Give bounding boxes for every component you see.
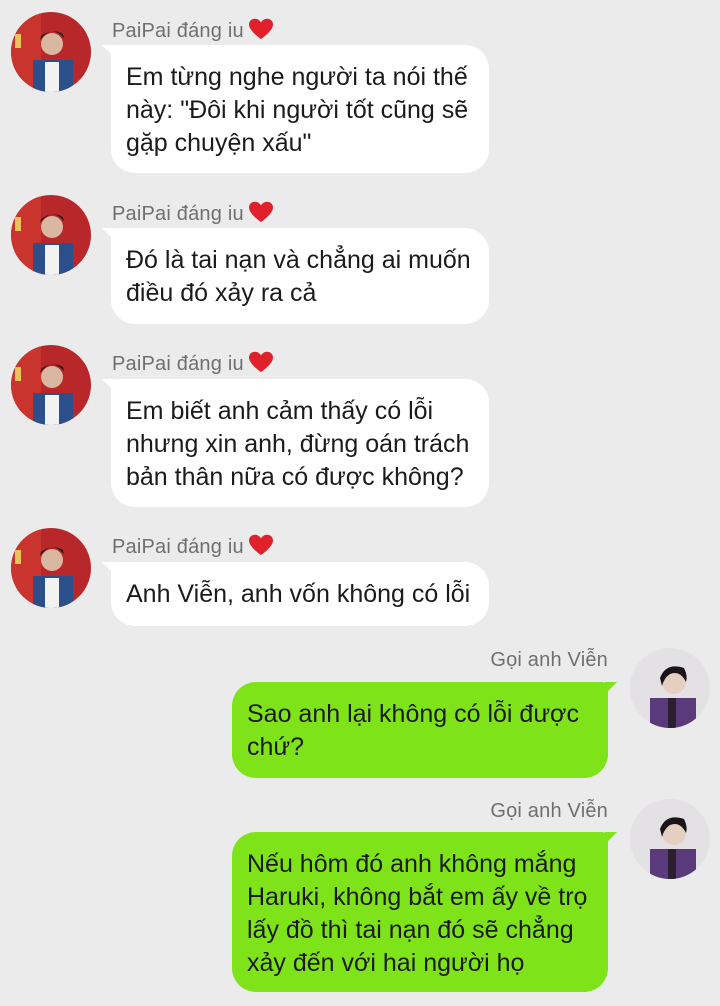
heart-icon	[248, 534, 274, 562]
message-bubble[interactable]: Anh Viễn, anh vốn không có lỗi	[102, 562, 489, 626]
message-bubble[interactable]: Em từng nghe người ta nói thế này: "Đôi …	[102, 45, 489, 173]
message-incoming-4: PaiPai đáng iu Anh Viễn, anh vốn không c…	[0, 516, 720, 636]
message-bubble[interactable]: Em biết anh cảm thấy có lỗi nhưng xin an…	[102, 379, 489, 507]
message-text-line: gặp chuyện xấu"	[126, 129, 312, 157]
message-incoming-1: PaiPai đáng iu Em từng nghe người ta nói…	[0, 0, 720, 180]
avatar-paipai[interactable]	[11, 528, 91, 608]
heart-icon	[248, 18, 274, 46]
message-text-line: chứ?	[247, 733, 305, 761]
message-text-line: Haruki, không bắt em ấy về trọ	[247, 883, 588, 911]
heart-icon	[248, 351, 274, 379]
message-bubble[interactable]: Nếu hôm đó anh không mắng Haruki, không …	[232, 832, 617, 992]
message-text-line: lấy đồ thì tai nạn đó sẽ chẳng	[247, 916, 574, 944]
sender-name: Gọi anh Viễn	[490, 649, 608, 671]
message-text-line: bản thân nữa có được không?	[126, 463, 464, 491]
message-text-line: Em từng nghe người ta nói thế	[126, 63, 468, 91]
message-text-line: Anh Viễn, anh vốn không có lỗi	[126, 580, 471, 608]
avatar-paipai[interactable]	[11, 12, 91, 92]
message-text-line: này: "Đôi khi người tốt cũng sẽ	[126, 96, 469, 124]
avatar-paipai[interactable]	[11, 345, 91, 425]
message-text-line: Sao anh lại không có lỗi được	[247, 700, 579, 728]
sender-name: PaiPai đáng iu	[112, 18, 274, 46]
message-text-line: Nếu hôm đó anh không mắng	[247, 850, 577, 878]
avatar-paipai[interactable]	[11, 195, 91, 275]
message-outgoing-2: Gọi anh Viễn Nếu hôm đó anh không mắng H…	[0, 799, 720, 1006]
avatar-vien[interactable]	[630, 648, 710, 728]
message-text-line: xảy đến với hai người họ	[247, 949, 525, 977]
heart-icon	[248, 201, 274, 229]
message-outgoing-1: Gọi anh Viễn Sao anh lại không có lỗi đư…	[0, 648, 720, 788]
sender-name: Gọi anh Viễn	[490, 800, 608, 822]
message-text-line: điều đó xảy ra cả	[126, 279, 317, 307]
avatar-vien[interactable]	[630, 799, 710, 879]
message-text-line: Đó là tai nạn và chẳng ai muốn	[126, 246, 471, 274]
sender-name: PaiPai đáng iu	[112, 201, 274, 229]
message-text-line: nhưng xin anh, đừng oán trách	[126, 430, 470, 458]
message-incoming-3: PaiPai đáng iu Em biết anh cảm thấy có l…	[0, 333, 720, 513]
message-text-line: Em biết anh cảm thấy có lỗi	[126, 397, 434, 425]
sender-name: PaiPai đáng iu	[112, 534, 274, 562]
message-incoming-2: PaiPai đáng iu Đó là tai nạn và chẳng ai…	[0, 183, 720, 333]
message-bubble[interactable]: Đó là tai nạn và chẳng ai muốn điều đó x…	[102, 228, 489, 324]
message-bubble[interactable]: Sao anh lại không có lỗi được chứ?	[232, 682, 617, 778]
sender-name: PaiPai đáng iu	[112, 351, 274, 379]
